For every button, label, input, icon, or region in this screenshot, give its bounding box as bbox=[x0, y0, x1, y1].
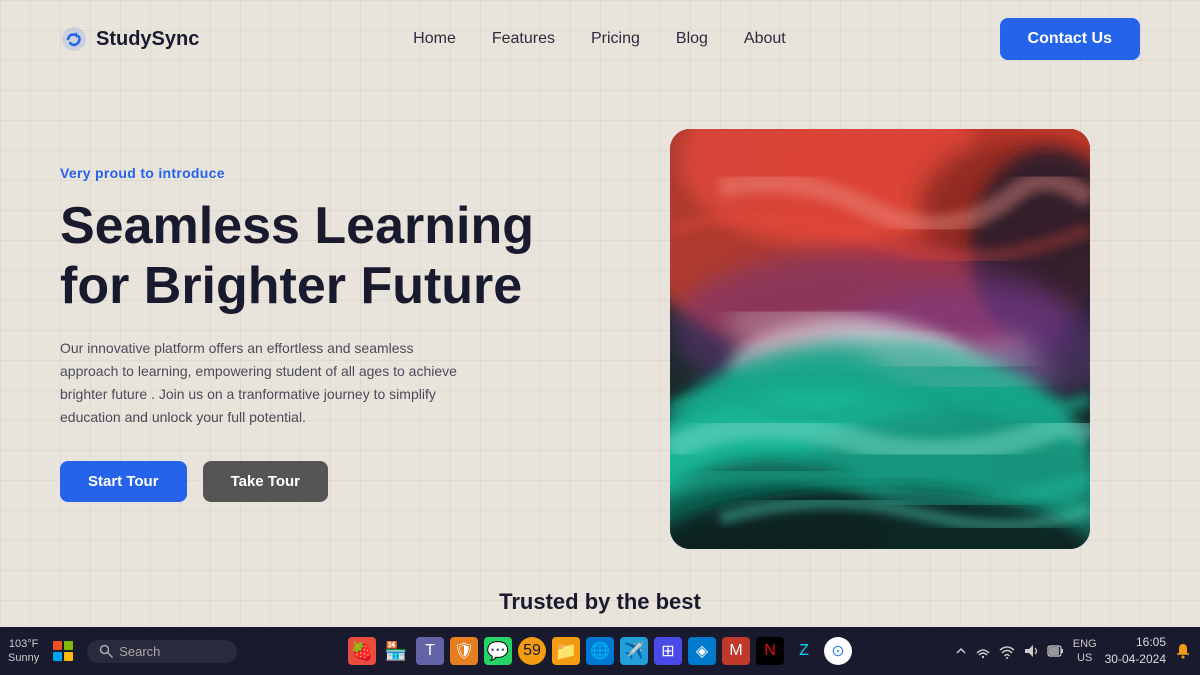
taskbar-time-display: 16:05 bbox=[1105, 634, 1166, 651]
page-wrapper: StudySync Home Features Pricing Blog Abo… bbox=[0, 0, 1200, 675]
taskbar-app-grid[interactable]: ⊞ bbox=[654, 637, 682, 665]
trusted-label: Trusted by the best bbox=[499, 589, 701, 614]
hero-title-line2: for Brighter Future bbox=[60, 257, 522, 315]
taskbar-date-display: 30-04-2024 bbox=[1105, 651, 1166, 668]
hero-image-wrapper bbox=[620, 119, 1140, 549]
taskbar-chevron-icon[interactable] bbox=[955, 645, 967, 657]
taskbar-wifi-icon bbox=[999, 643, 1015, 659]
taskbar-center-icons: 🍓 🏪 T 🛡 💬 59 📁 🌐 ✈️ ⊞ ◈ M N Z ⊙ bbox=[348, 637, 852, 665]
taskbar-search-label: Search bbox=[119, 644, 160, 659]
taskbar-app-vscode[interactable]: ◈ bbox=[688, 637, 716, 665]
taskbar-search-bar[interactable]: Search bbox=[87, 640, 237, 663]
taskbar-network-icon bbox=[975, 643, 991, 659]
taskbar-app-shield[interactable]: 🛡 bbox=[450, 637, 478, 665]
taskbar-app-netflix[interactable]: N bbox=[756, 637, 784, 665]
hero-content: Very proud to introduce Seamless Learnin… bbox=[60, 165, 580, 502]
taskbar-app-edge[interactable]: 🌐 bbox=[586, 637, 614, 665]
hero-title: Seamless Learning for Brighter Future bbox=[60, 197, 580, 317]
taskbar-app-zype[interactable]: Z bbox=[790, 637, 818, 665]
taskbar-app-mcafee[interactable]: M bbox=[722, 637, 750, 665]
taskbar-lang-eng: ENG bbox=[1073, 637, 1097, 651]
taskbar-app-folder[interactable]: 📁 bbox=[552, 637, 580, 665]
taskbar-weather: 103°F Sunny bbox=[8, 637, 39, 666]
hero-buttons: Start Tour Take Tour bbox=[60, 461, 580, 502]
taskbar-battery-icon bbox=[1047, 645, 1065, 657]
taskbar-app-chrome[interactable]: ⊙ bbox=[824, 637, 852, 665]
taskbar: 103°F Sunny Search bbox=[0, 627, 1200, 675]
taskbar-condition: Sunny bbox=[8, 651, 39, 665]
taskbar-datetime: 16:05 30-04-2024 bbox=[1105, 634, 1166, 668]
taskbar-left: 103°F Sunny Search bbox=[8, 637, 237, 666]
hero-section: Very proud to introduce Seamless Learnin… bbox=[0, 78, 1200, 569]
start-tour-button[interactable]: Start Tour bbox=[60, 461, 187, 502]
taskbar-app-store[interactable]: 🏪 bbox=[382, 637, 410, 665]
taskbar-right: ENG US 16:05 30-04-2024 bbox=[955, 634, 1192, 668]
taskbar-notification-icon[interactable] bbox=[1174, 642, 1192, 660]
taskbar-app-strawberry[interactable]: 🍓 bbox=[348, 637, 376, 665]
nav-about[interactable]: About bbox=[744, 30, 786, 47]
taskbar-volume-icon bbox=[1023, 643, 1039, 659]
brand-logo[interactable]: StudySync bbox=[60, 25, 199, 53]
take-tour-button[interactable]: Take Tour bbox=[203, 461, 328, 502]
nav-links: Home Features Pricing Blog About bbox=[413, 30, 786, 48]
windows-start-button[interactable] bbox=[49, 637, 77, 665]
taskbar-lang-us: US bbox=[1073, 651, 1097, 665]
hero-art-svg bbox=[670, 129, 1090, 549]
nav-blog[interactable]: Blog bbox=[676, 30, 708, 47]
search-icon bbox=[99, 644, 113, 658]
taskbar-temp: 103°F bbox=[8, 637, 39, 651]
taskbar-app-telegram[interactable]: ✈️ bbox=[620, 637, 648, 665]
navbar: StudySync Home Features Pricing Blog Abo… bbox=[0, 0, 1200, 78]
taskbar-app-yellow[interactable]: 59 bbox=[518, 637, 546, 665]
nav-home[interactable]: Home bbox=[413, 30, 456, 47]
contact-us-button[interactable]: Contact Us bbox=[1000, 18, 1140, 60]
taskbar-language: ENG US bbox=[1073, 637, 1097, 666]
taskbar-app-teams[interactable]: T bbox=[416, 637, 444, 665]
taskbar-app-whatsapp[interactable]: 💬 bbox=[484, 637, 512, 665]
hero-description: Our innovative platform offers an effort… bbox=[60, 337, 460, 429]
hero-tagline: Very proud to introduce bbox=[60, 165, 580, 181]
hero-title-line1: Seamless Learning bbox=[60, 197, 534, 255]
nav-features[interactable]: Features bbox=[492, 30, 555, 47]
nav-pricing[interactable]: Pricing bbox=[591, 30, 640, 47]
hero-image bbox=[670, 129, 1090, 549]
brand-name: StudySync bbox=[96, 28, 199, 51]
windows-logo-icon bbox=[52, 640, 74, 662]
studysync-logo-icon bbox=[60, 25, 88, 53]
trusted-section: Trusted by the best bbox=[0, 569, 1200, 627]
